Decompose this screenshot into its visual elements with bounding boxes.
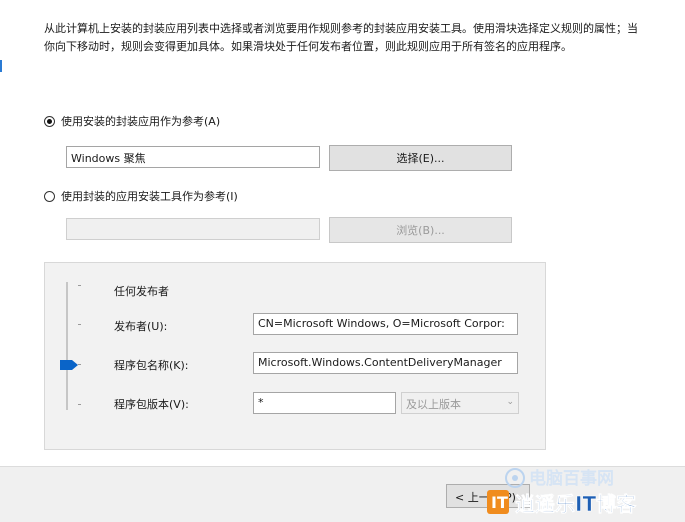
radio-button-selected[interactable] — [44, 115, 55, 127]
installed-app-field[interactable]: Windows 聚焦 — [66, 146, 320, 168]
window-edge-accent — [0, 60, 2, 72]
package-name-label: 程序包名称(K): — [114, 359, 189, 372]
radio-use-installer-label: 使用封装的应用安装工具作为参考(I) — [61, 190, 238, 203]
slider-tick — [78, 364, 81, 365]
publisher-label: 发布者(U): — [114, 320, 168, 333]
slider-tick — [78, 285, 81, 286]
watermark-line1: 电脑百事网 — [529, 468, 614, 489]
svg-text:IT: IT — [491, 493, 508, 512]
publisher-field[interactable]: CN=Microsoft Windows, O=Microsoft Corpor… — [253, 313, 518, 335]
package-version-field[interactable]: * — [253, 392, 396, 414]
browse-button[interactable]: 浏览(B)... — [329, 217, 512, 243]
instruction-text: 从此计算机上安装的封装应用列表中选择或者浏览要用作规则参考的封装应用安装工具。使… — [44, 22, 638, 53]
any-publisher-label: 任何发布者 — [114, 285, 169, 298]
scope-slider-track[interactable] — [66, 282, 68, 410]
package-name-field[interactable]: Microsoft.Windows.ContentDeliveryManager — [253, 352, 518, 374]
radio-dot — [47, 118, 52, 124]
radio-button-unselected[interactable] — [44, 190, 55, 202]
version-condition-value: 及以上版本 — [406, 398, 461, 411]
scope-slider-thumb[interactable] — [60, 360, 78, 370]
radio-use-installer[interactable]: 使用封装的应用安装工具作为参考(I) — [44, 188, 238, 204]
version-condition-dropdown[interactable]: 及以上版本 ⌄ — [401, 392, 519, 414]
slider-tick — [78, 324, 81, 325]
slider-tick — [78, 404, 81, 405]
chevron-down-icon: ⌄ — [506, 397, 514, 407]
watermark-line2: 逍遥乐IT博客 — [515, 492, 637, 516]
select-button[interactable]: 选择(E)... — [329, 145, 512, 171]
package-version-label: 程序包版本(V): — [114, 398, 189, 411]
radio-use-installed-app-label: 使用安装的封装应用作为参考(A) — [61, 115, 221, 128]
site-watermark-logo: 电脑百事网 IT 逍遥乐IT博客 — [487, 468, 637, 516]
radio-use-installed-app[interactable]: 使用安装的封装应用作为参考(A) — [44, 113, 220, 129]
installer-path-field[interactable] — [66, 218, 320, 240]
